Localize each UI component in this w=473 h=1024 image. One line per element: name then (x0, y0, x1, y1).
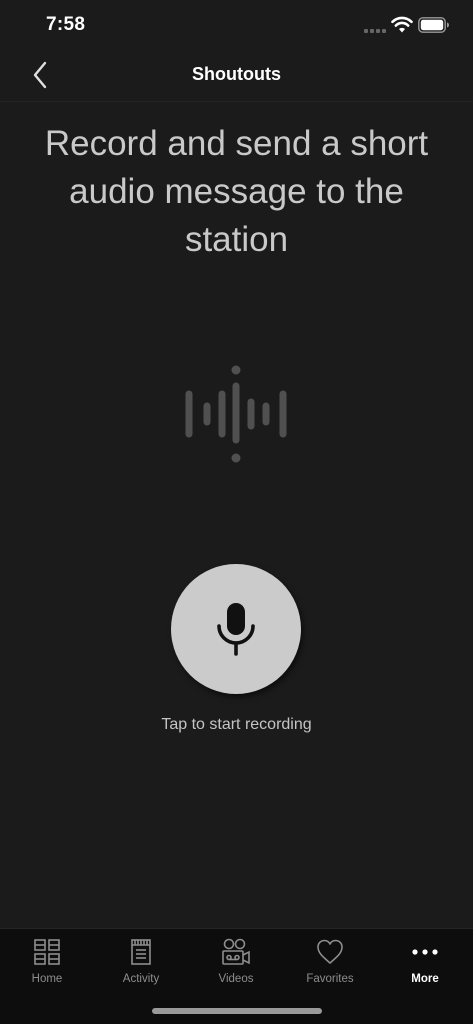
document-icon (131, 939, 151, 965)
record-hint: Tap to start recording (161, 716, 312, 733)
grid-icon (34, 939, 60, 965)
tab-activity[interactable]: Activity (94, 935, 188, 991)
heart-icon (317, 939, 343, 964)
record-button[interactable] (171, 564, 301, 694)
tab-favorites[interactable]: Favorites (283, 935, 377, 991)
wifi-icon (391, 16, 413, 33)
audio-waveform-icon (185, 365, 287, 463)
tab-home[interactable]: Home (0, 935, 94, 991)
page-title: Shoutouts (192, 64, 281, 84)
nav-header: Shoutouts (0, 50, 473, 102)
tab-videos[interactable]: Videos (189, 935, 283, 991)
tab-label: More (411, 973, 439, 985)
status-time: 7:58 (46, 14, 86, 35)
battery-icon (418, 17, 449, 33)
tab-label: Activity (122, 973, 160, 985)
shoutouts-screen: 7:58 Shoutouts Record and send a short a… (0, 0, 473, 1024)
shoutout-instructions: Record and send a short audio message to… (44, 124, 429, 259)
home-indicator (152, 1008, 322, 1014)
tab-more[interactable]: More (378, 935, 472, 991)
tab-label: Videos (218, 973, 254, 985)
tab-label: Home (31, 973, 63, 985)
status-bar: 7:58 (0, 0, 473, 50)
cellular-signal-icon (364, 29, 386, 33)
microphone-icon (217, 603, 255, 656)
tab-label: Favorites (306, 973, 354, 985)
more-dots-icon (412, 949, 438, 955)
video-camera-icon (222, 938, 250, 965)
